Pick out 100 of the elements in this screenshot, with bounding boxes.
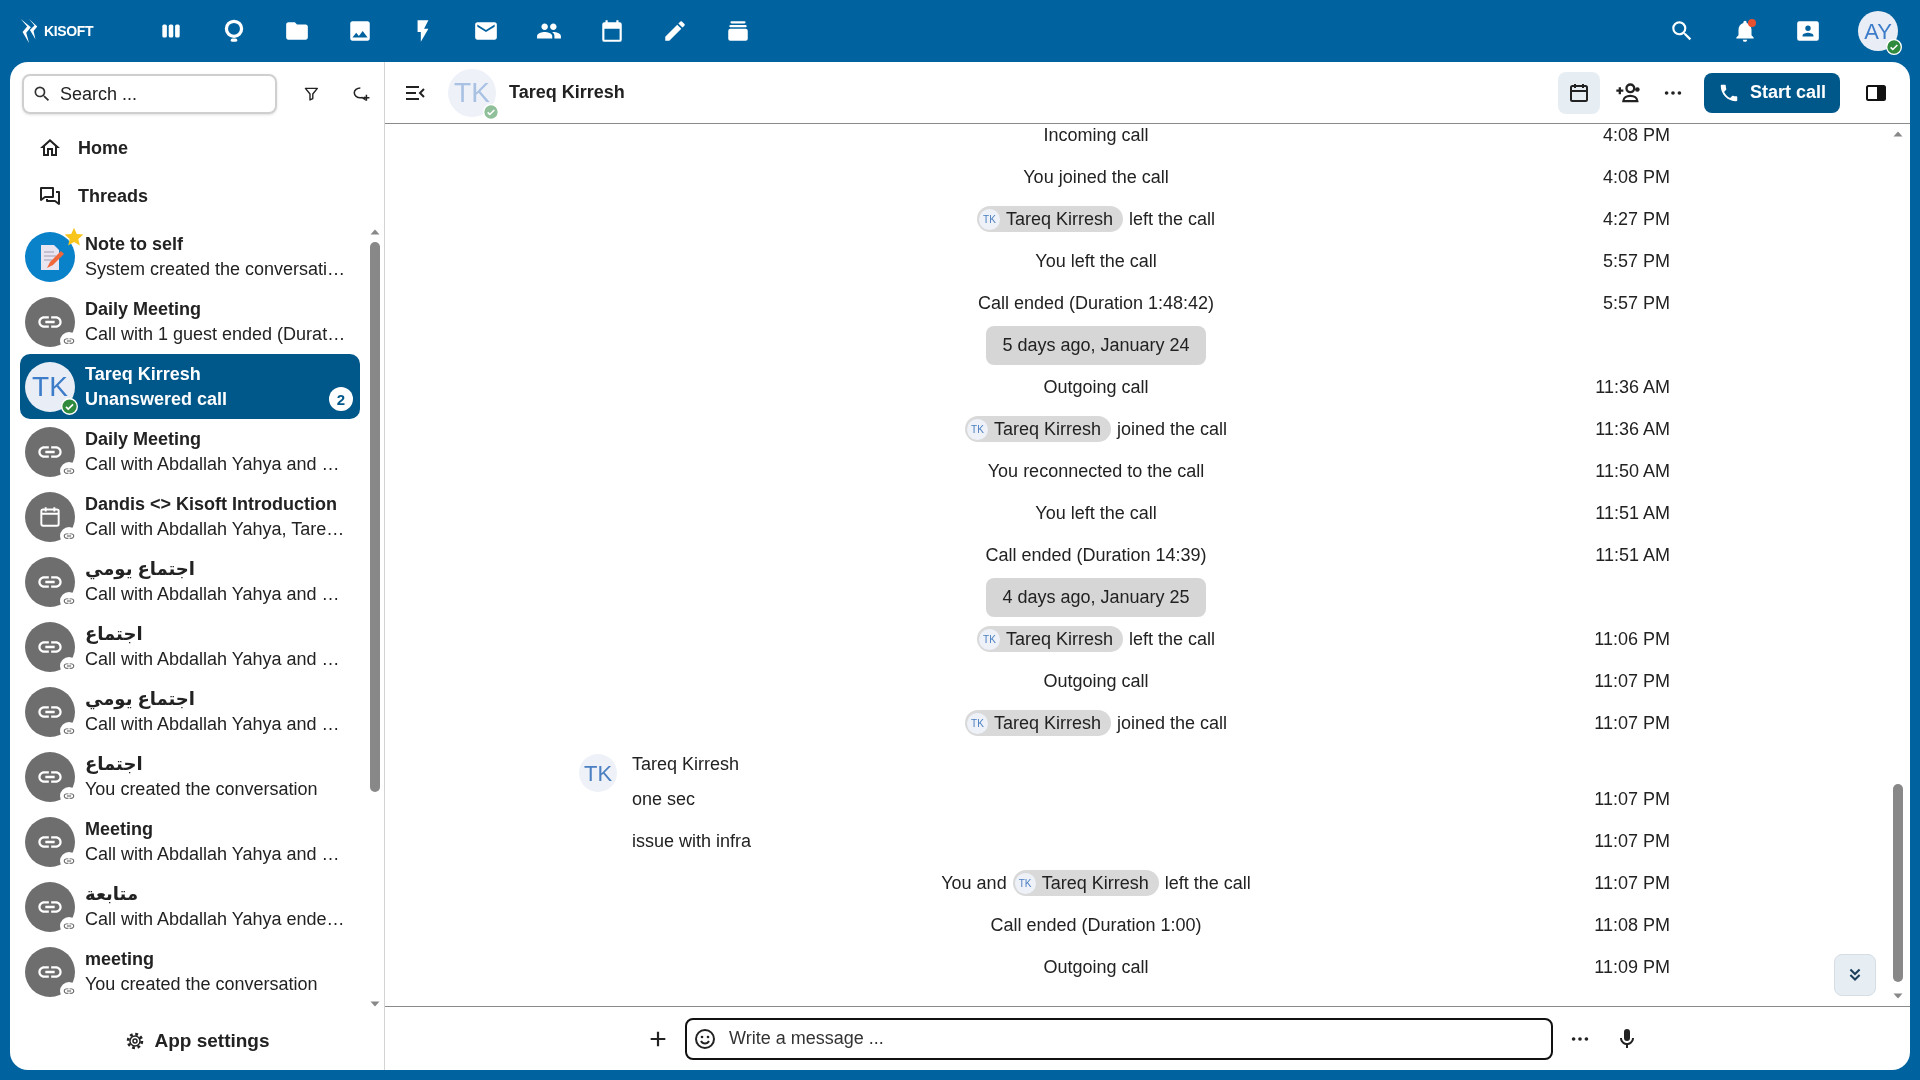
mention-avatar: TK	[966, 418, 988, 440]
conversation-preview: Call with Abdallah Yahya and …	[85, 452, 340, 476]
threads-icon	[38, 184, 62, 208]
link-avatar	[25, 686, 75, 737]
system-message: Outgoing call	[1043, 375, 1149, 399]
message-text: issue with infra	[632, 830, 752, 851]
scrollbar-thumb[interactable]	[1893, 784, 1903, 982]
system-message: You and	[941, 871, 1007, 895]
message-input[interactable]: Write a message ...	[685, 1017, 1553, 1060]
conversation-name: Daily Meeting	[85, 297, 202, 321]
mention-name: Tareq Kirresh	[1005, 207, 1113, 231]
scrollbar-thumb[interactable]	[370, 242, 380, 792]
system-message: You left the call	[1035, 249, 1157, 273]
stack-icon[interactable]	[725, 18, 751, 44]
mention-chip[interactable]: TK Tareq Kirresh	[976, 206, 1123, 232]
mention-avatar: TK	[966, 712, 988, 734]
mention-chip[interactable]: TK Tareq Kirresh	[964, 710, 1111, 736]
conversation-item[interactable]: Daily Meeting Call with Abdallah Yahya and …	[20, 419, 360, 484]
link-avatar	[25, 556, 75, 607]
link-avatar	[25, 751, 75, 802]
message-time: 11:07 PM	[1594, 872, 1670, 893]
system-message: left the call	[1129, 627, 1216, 651]
conversation-preview: System created the conversati…	[85, 257, 346, 281]
conversation-item[interactable]: Meeting Call with Abdallah Yahya and …	[20, 809, 360, 874]
conversation-preview: Call with Abdallah Yahya, Tare…	[85, 517, 345, 541]
date-separator: 5 days ago, January 24	[986, 325, 1206, 365]
app-settings-button[interactable]: App settings	[114, 1022, 280, 1060]
author-name: Tareq Kirresh	[632, 754, 740, 774]
conversation-item[interactable]: meeting You created the conversation	[20, 939, 360, 1004]
mention-avatar: TK	[978, 628, 1000, 650]
nav-item[interactable]: Home	[22, 124, 372, 172]
message-time: 11:51 AM	[1595, 502, 1670, 523]
mention-name: Tareq Kirresh	[1005, 627, 1113, 651]
link-avatar	[25, 946, 75, 997]
contact-card-icon[interactable]	[1795, 18, 1821, 44]
conversation-item[interactable]: Note to self System created the conversati…	[20, 224, 360, 289]
message-time: 11:08 PM	[1594, 914, 1670, 935]
conversation-preview: You created the conversation	[85, 972, 318, 996]
scroll-to-bottom-button[interactable]	[1834, 954, 1876, 996]
message-time: 11:36 AM	[1595, 376, 1670, 397]
link-avatar	[25, 426, 75, 477]
search-icon	[32, 84, 52, 104]
conversation-name: اجتماع	[85, 752, 143, 776]
user-avatar[interactable]: AY	[1858, 11, 1898, 51]
system-message: Outgoing call	[1043, 669, 1149, 693]
message-time: 5:57 PM	[1602, 292, 1670, 313]
notepad-avatar	[25, 231, 75, 282]
logo-text: KISOFT	[44, 21, 94, 41]
system-message: joined the call	[1117, 417, 1228, 441]
system-message: You left the call	[1035, 501, 1157, 525]
link-avatar	[25, 296, 75, 347]
conversation-name: Dandis <> Kisoft Introduction	[85, 492, 337, 516]
conversation-name: Note to self	[85, 232, 183, 256]
conversation-preview: Call with Abdallah Yahya and …	[85, 842, 340, 866]
message-time: 11:06 PM	[1594, 628, 1670, 649]
conversation-name: Tareq Kirresh	[85, 362, 201, 386]
mention-chip[interactable]: TK Tareq Kirresh	[976, 626, 1123, 652]
calendar-avatar	[25, 491, 75, 542]
conversation-item[interactable]: Daily Meeting Call with 1 guest ended (Durat…	[20, 289, 360, 354]
message-time: 11:09 PM	[1594, 956, 1670, 977]
date-separator: 4 days ago, January 25	[986, 577, 1206, 617]
conversation-preview: Call with Abdallah Yahya and …	[85, 647, 340, 671]
system-message: You reconnected to the call	[987, 459, 1205, 483]
conversation-name: meeting	[85, 947, 154, 971]
link-avatar	[25, 881, 75, 932]
mention-avatar: TK	[1014, 872, 1036, 894]
mention-chip[interactable]: TK Tareq Kirresh	[1012, 870, 1159, 896]
pencil-icon[interactable]	[662, 18, 688, 44]
unread-count: 2	[329, 387, 353, 411]
conversation-item[interactable]: Dandis <> Kisoft Introduction Call with Abdallah Yahya, Tare…	[20, 484, 360, 549]
link-avatar	[25, 816, 75, 867]
message-time: 4:27 PM	[1602, 208, 1670, 229]
link-avatar	[25, 621, 75, 672]
contact-avatar: TK	[25, 361, 75, 412]
image-icon[interactable]	[347, 18, 373, 44]
mention-name: Tareq Kirresh	[993, 417, 1101, 441]
conversation-name: Daily Meeting	[85, 427, 202, 451]
mention-avatar: TK	[978, 208, 1000, 230]
conversation-name: متابعة	[85, 882, 139, 906]
nav-item[interactable]: Threads	[22, 172, 372, 220]
calendar-icon[interactable]	[599, 18, 625, 44]
message-time: 11:50 AM	[1595, 460, 1670, 481]
mention-chip[interactable]: TK Tareq Kirresh	[964, 416, 1111, 442]
conversation-name: اجتماع يومي	[85, 557, 195, 582]
system-message: left the call	[1129, 207, 1216, 231]
conversation-preview: Call with Abdallah Yahya and …	[85, 712, 340, 736]
system-message: Call ended (Duration 1:00)	[990, 913, 1202, 937]
mention-name: Tareq Kirresh	[993, 711, 1101, 735]
search-field[interactable]: Search ...	[22, 74, 277, 114]
conversation-name: اجتماع يومي	[85, 687, 195, 712]
start-call-button[interactable]: Start call	[1703, 72, 1840, 113]
message-time: 11:36 AM	[1595, 418, 1670, 439]
conversation-preview: Call with Abdallah Yahya ende…	[85, 907, 345, 931]
mention-name: Tareq Kirresh	[1041, 871, 1149, 895]
conversation-name: Meeting	[85, 817, 153, 841]
emoji-icon[interactable]	[693, 1026, 717, 1051]
calendar-button[interactable]	[1557, 71, 1600, 114]
conversation-title: Tareq Kirresh	[509, 81, 625, 104]
message-time: 11:07 PM	[1594, 830, 1670, 851]
message-time: 5:57 PM	[1602, 250, 1670, 271]
